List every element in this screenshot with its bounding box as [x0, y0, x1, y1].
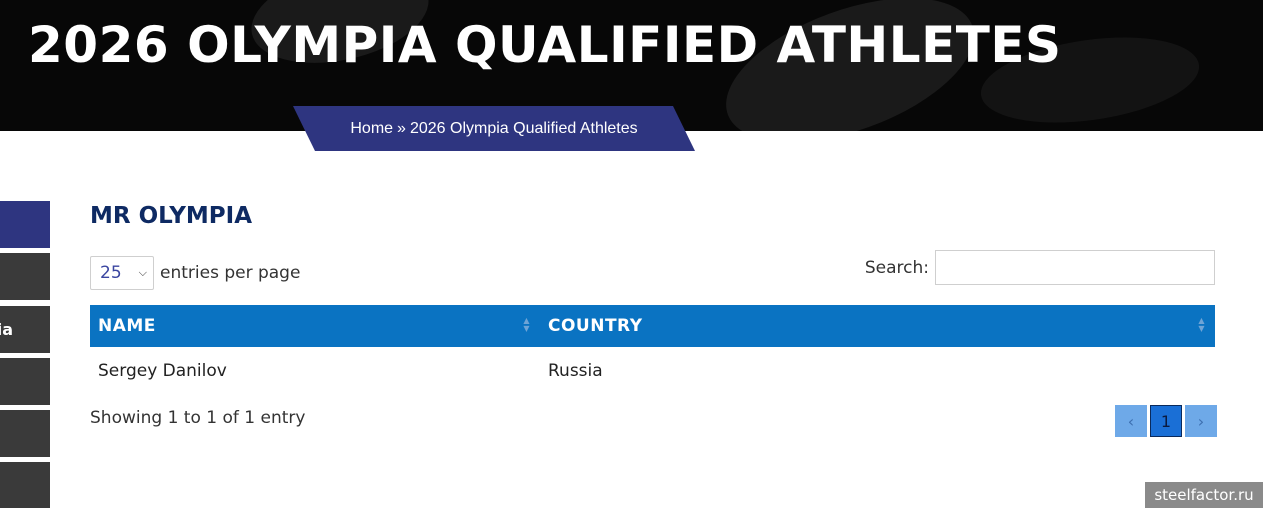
sidebar-tab-3[interactable]: ia [0, 306, 50, 353]
cell-country: Russia [548, 361, 603, 381]
breadcrumb-current: 2026 Olympia Qualified Athletes [409, 119, 638, 137]
sidebar-tab-6[interactable] [0, 462, 50, 508]
column-header-label: COUNTRY [548, 316, 643, 336]
entries-per-page-label: entries per page [160, 263, 301, 283]
page-title: 2026 OLYMPIA QUALIFIED ATHLETES [28, 16, 1062, 74]
column-header-country[interactable]: COUNTRY ▲ ▼ [540, 305, 1215, 347]
entries-per-page-control: 25 ⌵ entries per page [90, 256, 300, 290]
column-header-name[interactable]: NAME ▲ ▼ [90, 305, 540, 347]
pagination-page-button[interactable]: 1 [1150, 405, 1182, 437]
sidebar-tab-label: ia [0, 320, 13, 339]
sidebar-tab-4[interactable] [0, 358, 50, 405]
search-control: Search: [865, 250, 1215, 285]
athletes-table: NAME ▲ ▼ COUNTRY ▲ ▼ Sergey Danilov Russia [90, 305, 1215, 395]
sidebar-tab-5[interactable] [0, 410, 50, 457]
section-title: MR OLYMPIA [90, 203, 252, 229]
search-input[interactable] [935, 250, 1215, 285]
sort-icon: ▲ ▼ [1198, 316, 1205, 333]
sidebar-tab-2[interactable] [0, 253, 50, 300]
sort-icon: ▲ ▼ [523, 316, 530, 333]
table-info: Showing 1 to 1 of 1 entry [90, 408, 306, 428]
watermark: steelfactor.ru [1145, 482, 1263, 508]
pagination-next-button[interactable]: › [1185, 405, 1217, 437]
chevron-down-icon: ⌵ [138, 266, 147, 279]
breadcrumb-separator: » [397, 119, 406, 137]
entries-per-page-select[interactable]: 25 ⌵ [90, 256, 154, 290]
breadcrumb: Home » 2026 Olympia Qualified Athletes [293, 106, 695, 151]
pagination-prev-button[interactable]: ‹ [1115, 405, 1147, 437]
table-header-row: NAME ▲ ▼ COUNTRY ▲ ▼ [90, 305, 1215, 347]
search-label: Search: [864, 257, 929, 278]
cell-name: Sergey Danilov [98, 361, 227, 381]
column-header-label: NAME [98, 316, 156, 336]
entries-per-page-value: 25 [100, 263, 122, 283]
sidebar-tab-1[interactable] [0, 201, 50, 248]
breadcrumb-home-link[interactable]: Home [350, 120, 393, 138]
pagination: ‹ 1 › [1115, 405, 1217, 437]
table-row: Sergey Danilov Russia [90, 347, 1215, 395]
page: 2026 OLYMPIA QUALIFIED ATHLETES Home » 2… [0, 0, 1263, 508]
